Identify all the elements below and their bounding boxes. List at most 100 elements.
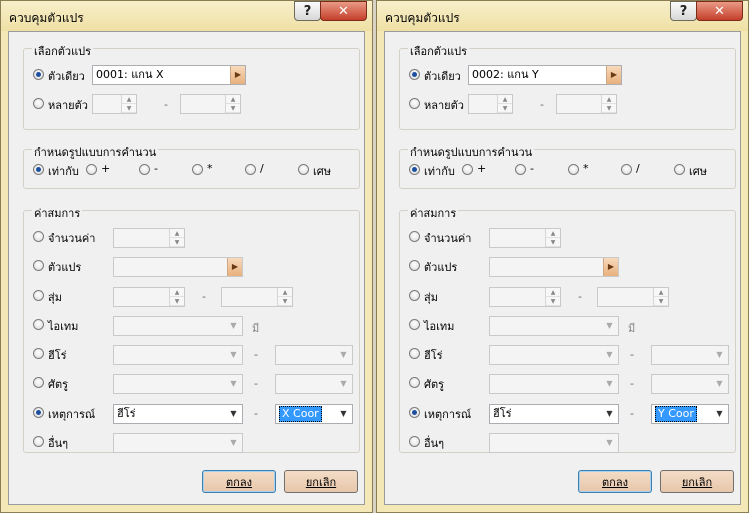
dropdown[interactable]: ▼ (275, 345, 353, 365)
operation-radio[interactable] (515, 164, 526, 175)
dropdown[interactable]: ▼ (489, 345, 619, 365)
operand-radio[interactable] (409, 348, 420, 359)
chevron-down-icon[interactable]: ▼ (225, 405, 242, 423)
variable-field[interactable]: ▶ (113, 257, 243, 277)
operand-radio[interactable] (33, 377, 44, 388)
multi-from-spinner[interactable]: ▲ ▼ (468, 94, 513, 114)
operation-radio[interactable] (86, 164, 97, 175)
number-spinner[interactable]: ▲ ▼ (113, 287, 185, 307)
variable-field[interactable]: ▶ (489, 257, 619, 277)
chevron-down-icon[interactable]: ▼ (711, 346, 728, 364)
operation-radio[interactable] (462, 164, 473, 175)
single-variable-radio[interactable] (33, 69, 44, 80)
variable-picker-button[interactable]: ▶ (606, 66, 621, 84)
variable-picker-button[interactable]: ▶ (230, 66, 245, 84)
dropdown[interactable]: Y Coor ▼ (651, 404, 729, 424)
cancel-button[interactable]: ยกเลิก (284, 470, 358, 493)
close-button[interactable]: ✕ (320, 1, 367, 21)
dropdown[interactable]: ▼ (275, 374, 353, 394)
operand-radio[interactable] (409, 260, 420, 271)
spinner-buttons[interactable]: ▲ ▼ (653, 288, 668, 306)
multi-variable-radio[interactable] (409, 98, 420, 109)
operation-radio[interactable] (621, 164, 632, 175)
operand-radio[interactable] (33, 319, 44, 330)
operand-radio[interactable] (33, 290, 44, 301)
title-bar[interactable]: ควบคุมตัวแปร ? ✕ (377, 1, 748, 31)
operation-radio[interactable] (192, 164, 203, 175)
dropdown[interactable]: ▼ (489, 316, 619, 336)
spinner-buttons[interactable]: ▲ ▼ (169, 288, 184, 306)
multi-to-spinner[interactable]: ▲ ▼ (180, 94, 241, 114)
operand-radio[interactable] (409, 231, 420, 242)
operation-radio[interactable] (139, 164, 150, 175)
chevron-down-icon[interactable]: ▼ (225, 434, 242, 452)
operand-radio[interactable] (409, 436, 420, 447)
chevron-down-icon[interactable]: ▼ (225, 317, 242, 335)
dropdown[interactable]: X Coor ▼ (275, 404, 353, 424)
dropdown[interactable]: ▼ (651, 345, 729, 365)
operation-radio[interactable] (674, 164, 685, 175)
spinner-buttons[interactable]: ▲ ▼ (277, 288, 292, 306)
dropdown[interactable]: ▼ (489, 433, 619, 453)
dropdown[interactable]: ▼ (113, 433, 243, 453)
number-spinner[interactable]: ▲ ▼ (113, 228, 185, 248)
variable-picker-button[interactable]: ▶ (227, 258, 242, 276)
number-spinner[interactable]: ▲ ▼ (489, 287, 561, 307)
spinner-buttons[interactable]: ▲ ▼ (601, 95, 616, 113)
ok-button[interactable]: ตกลง (202, 470, 276, 493)
operation-radio[interactable] (298, 164, 309, 175)
operand-radio[interactable] (33, 348, 44, 359)
dropdown[interactable]: ฮีโร่ ▼ (113, 404, 243, 424)
chevron-down-icon[interactable]: ▼ (601, 405, 618, 423)
title-bar[interactable]: ควบคุมตัวแปร ? ✕ (1, 1, 372, 31)
single-variable-radio[interactable] (409, 69, 420, 80)
chevron-down-icon[interactable]: ▼ (601, 317, 618, 335)
operand-radio[interactable] (409, 407, 420, 418)
multi-to-spinner[interactable]: ▲ ▼ (556, 94, 617, 114)
spinner-buttons[interactable]: ▲ ▼ (225, 95, 240, 113)
operand-radio[interactable] (409, 319, 420, 330)
operand-radio[interactable] (409, 377, 420, 388)
number-spinner[interactable]: ▲ ▼ (597, 287, 669, 307)
operand-radio[interactable] (33, 436, 44, 447)
dropdown[interactable]: ▼ (651, 374, 729, 394)
chevron-down-icon[interactable]: ▼ (335, 375, 352, 393)
number-spinner[interactable]: ▲ ▼ (221, 287, 293, 307)
chevron-down-icon[interactable]: ▼ (711, 405, 728, 423)
chevron-down-icon[interactable]: ▼ (601, 434, 618, 452)
help-button[interactable]: ? (294, 1, 321, 21)
dropdown[interactable]: ▼ (489, 374, 619, 394)
cancel-button[interactable]: ยกเลิก (660, 470, 734, 493)
operand-radio[interactable] (33, 231, 44, 242)
chevron-down-icon[interactable]: ▼ (225, 375, 242, 393)
chevron-down-icon[interactable]: ▼ (601, 346, 618, 364)
spinner-buttons[interactable]: ▲ ▼ (545, 229, 560, 247)
chevron-down-icon[interactable]: ▼ (711, 375, 728, 393)
chevron-down-icon[interactable]: ▼ (335, 346, 352, 364)
dropdown[interactable]: ▼ (113, 316, 243, 336)
dropdown[interactable]: ▼ (113, 345, 243, 365)
spinner-buttons[interactable]: ▲ ▼ (169, 229, 184, 247)
spinner-buttons[interactable]: ▲ ▼ (121, 95, 136, 113)
variable-picker-button[interactable]: ▶ (603, 258, 618, 276)
dropdown[interactable]: ▼ (113, 374, 243, 394)
help-button[interactable]: ? (670, 1, 697, 21)
operand-radio[interactable] (409, 290, 420, 301)
operand-radio[interactable] (33, 407, 44, 418)
operation-radio[interactable] (245, 164, 256, 175)
number-spinner[interactable]: ▲ ▼ (489, 228, 561, 248)
multi-from-spinner[interactable]: ▲ ▼ (92, 94, 137, 114)
ok-button[interactable]: ตกลง (578, 470, 652, 493)
close-button[interactable]: ✕ (696, 1, 743, 21)
operation-radio[interactable] (409, 164, 420, 175)
spinner-buttons[interactable]: ▲ ▼ (545, 288, 560, 306)
operation-radio[interactable] (568, 164, 579, 175)
chevron-down-icon[interactable]: ▼ (601, 375, 618, 393)
single-variable-field[interactable]: 0001: แกน X ▶ (92, 65, 246, 85)
dropdown[interactable]: ฮีโร่ ▼ (489, 404, 619, 424)
chevron-down-icon[interactable]: ▼ (335, 405, 352, 423)
single-variable-field[interactable]: 0002: แกน Y ▶ (468, 65, 622, 85)
operand-radio[interactable] (33, 260, 44, 271)
chevron-down-icon[interactable]: ▼ (225, 346, 242, 364)
operation-radio[interactable] (33, 164, 44, 175)
